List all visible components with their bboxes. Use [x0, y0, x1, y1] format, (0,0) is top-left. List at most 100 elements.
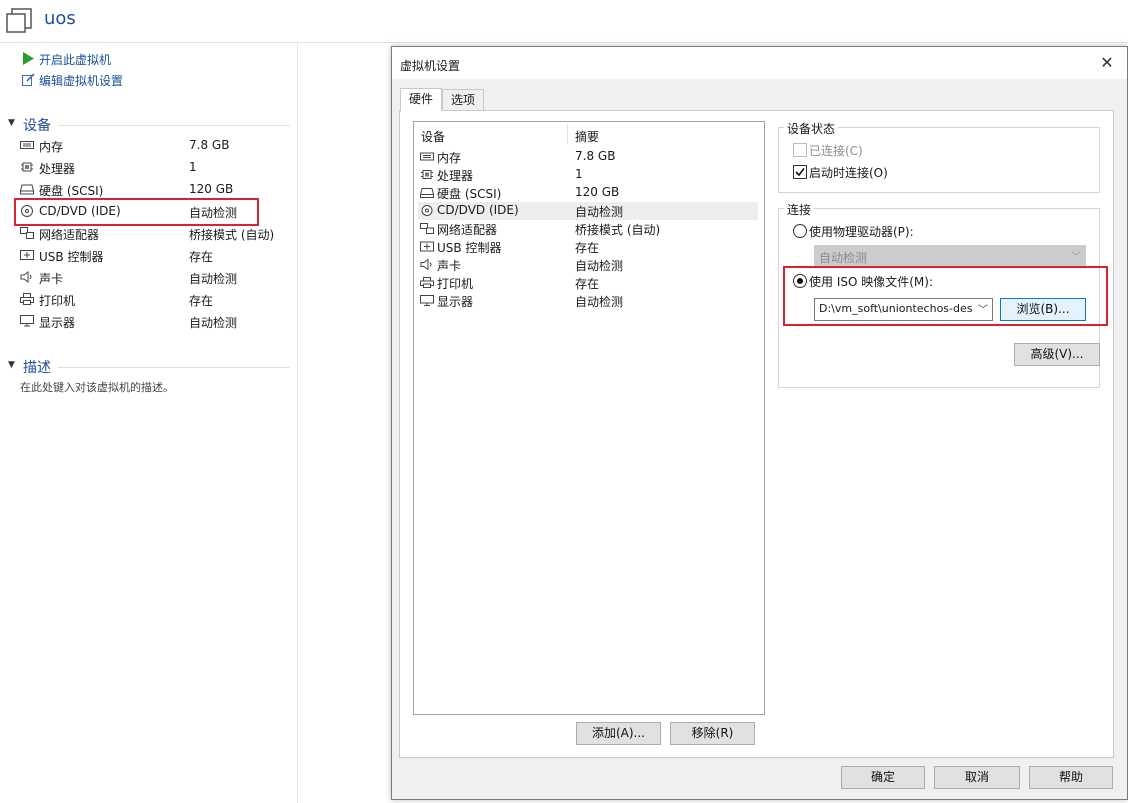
vm-device-name: 网络适配器 — [39, 228, 100, 242]
list-item-value: 存在 — [575, 241, 600, 255]
list-item-sound[interactable]: 声卡 自动检测 — [418, 256, 758, 274]
list-item-value: 存在 — [575, 277, 600, 291]
panel-divider — [297, 42, 298, 803]
tab-hardware[interactable]: 硬件 — [400, 88, 442, 112]
add-device-button[interactable]: 添加(A)... — [576, 722, 661, 745]
vm-device-value: 1 — [189, 160, 197, 174]
vm-settings-dialog: 虚拟机设置 ✕ 硬件 选项 设备 摘要 内存 7.8 GB 处理器 1 硬盘 ( — [391, 46, 1128, 800]
vm-device-printer[interactable]: 打印机 存在 — [20, 290, 290, 310]
sound-icon — [420, 259, 432, 270]
description-section-title: 描述 — [23, 360, 51, 376]
tab-options[interactable]: 选项 — [442, 89, 484, 111]
list-item-usb[interactable]: USB 控制器 存在 — [418, 238, 758, 256]
vm-device-value: 存在 — [189, 250, 214, 264]
remove-device-button[interactable]: 移除(R) — [670, 722, 755, 745]
vm-device-display[interactable]: 显示器 自动检测 — [20, 312, 290, 332]
memory-icon — [20, 141, 34, 149]
power-on-label: 开启此虚拟机 — [39, 53, 112, 67]
highlight-box — [783, 266, 1108, 326]
chevron-down-icon: ﹀ — [1071, 252, 1081, 263]
connect-at-power-on-box — [793, 165, 807, 179]
cancel-button[interactable]: 取消 — [934, 766, 1020, 789]
close-icon: ✕ — [1100, 53, 1114, 72]
vm-device-name: 声卡 — [39, 272, 64, 286]
list-item-name: 打印机 — [437, 277, 474, 291]
device-status-label: 设备状态 — [784, 120, 839, 137]
dialog-titlebar: 虚拟机设置 ✕ — [392, 47, 1127, 79]
hardware-panel: 设备 摘要 内存 7.8 GB 处理器 1 硬盘 (SCSI) 120 GB C… — [399, 110, 1114, 758]
column-header-summary[interactable]: 摘要 — [575, 128, 599, 145]
list-item-network[interactable]: 网络适配器 桥接模式 (自动) — [418, 220, 758, 238]
vm-device-network[interactable]: 网络适配器 桥接模式 (自动) — [20, 224, 290, 244]
dialog-title: 虚拟机设置 — [400, 59, 461, 73]
vm-device-name: 打印机 — [39, 294, 76, 308]
description-section-header[interactable]: ▼ 描述 — [8, 357, 290, 377]
printer-icon — [20, 293, 34, 305]
list-item-name: 显示器 — [437, 295, 474, 309]
display-icon — [20, 315, 34, 327]
cd-dvd-icon — [421, 205, 433, 216]
processor-icon — [421, 170, 433, 179]
vm-device-value: 桥接模式 (自动) — [189, 228, 275, 242]
list-item-value: 自动检测 — [575, 205, 624, 219]
physical-drive-value: 自动检测 — [819, 251, 868, 265]
devices-section-title: 设备 — [23, 118, 51, 134]
vm-device-value: 自动检测 — [189, 316, 238, 330]
vm-device-sound[interactable]: 声卡 自动检测 — [20, 268, 290, 288]
description-field[interactable]: 在此处键入对该虚拟机的描述。 — [20, 379, 174, 395]
vm-device-name: USB 控制器 — [39, 250, 104, 264]
vm-device-processor[interactable]: 处理器 1 — [20, 158, 290, 178]
checkmark-icon — [795, 168, 805, 177]
vm-device-name: 内存 — [39, 140, 64, 154]
vm-device-memory[interactable]: 内存 7.8 GB — [20, 136, 290, 156]
help-button[interactable]: 帮助 — [1029, 766, 1113, 789]
list-item-value: 1 — [575, 167, 583, 181]
list-item-memory[interactable]: 内存 7.8 GB — [418, 148, 758, 166]
list-item-name: 内存 — [437, 151, 462, 165]
usb-icon — [420, 241, 434, 252]
list-item-processor[interactable]: 处理器 1 — [418, 166, 758, 184]
column-header-device[interactable]: 设备 — [421, 128, 445, 145]
vm-header: uos — [0, 0, 1128, 43]
section-divider — [58, 367, 290, 368]
collapse-arrow-icon: ▼ — [8, 360, 15, 370]
device-list[interactable]: 设备 摘要 内存 7.8 GB 处理器 1 硬盘 (SCSI) 120 GB C… — [413, 121, 765, 715]
list-item-display[interactable]: 显示器 自动检测 — [418, 292, 758, 310]
ok-button[interactable]: 确定 — [841, 766, 925, 789]
list-item-printer[interactable]: 打印机 存在 — [418, 274, 758, 292]
list-item-name: 声卡 — [437, 259, 462, 273]
play-icon — [23, 52, 34, 65]
use-physical-drive-radio-dot — [793, 224, 807, 238]
list-item-name: 网络适配器 — [437, 223, 498, 237]
list-item-value: 自动检测 — [575, 295, 624, 309]
list-item-value: 桥接模式 (自动) — [575, 223, 661, 237]
sound-icon — [20, 271, 32, 283]
list-item-name: USB 控制器 — [437, 241, 502, 255]
device-status-group: 设备状态 已连接(C) 启动时连接(O) — [778, 120, 1100, 193]
connected-label: 已连接(C) — [809, 144, 863, 158]
list-item-name: 硬盘 (SCSI) — [437, 187, 502, 201]
list-item-value: 7.8 GB — [575, 149, 616, 163]
network-icon — [20, 227, 34, 239]
edit-settings-label: 编辑虚拟机设置 — [39, 74, 124, 88]
vm-device-value: 7.8 GB — [189, 138, 230, 152]
connect-at-power-on-label: 启动时连接(O) — [809, 166, 888, 180]
column-separator[interactable] — [567, 124, 568, 144]
memory-icon — [420, 152, 434, 161]
list-item-name: CD/DVD (IDE) — [437, 203, 519, 217]
vm-device-harddisk[interactable]: 硬盘 (SCSI) 120 GB — [20, 180, 290, 200]
physical-drive-select[interactable]: 自动检测 ﹀ — [814, 245, 1086, 268]
close-button[interactable]: ✕ — [1096, 52, 1118, 74]
connected-checkbox-box — [793, 143, 807, 157]
vm-device-usb[interactable]: USB 控制器 存在 — [20, 246, 290, 266]
advanced-button[interactable]: 高级(V)... — [1014, 343, 1100, 366]
section-divider — [58, 125, 290, 126]
vm-tab-icon — [6, 8, 32, 33]
list-item-harddisk[interactable]: 硬盘 (SCSI) 120 GB — [418, 184, 758, 202]
vm-device-value: 自动检测 — [189, 272, 238, 286]
devices-section-header[interactable]: ▼ 设备 — [8, 115, 290, 135]
network-icon — [420, 223, 434, 234]
list-item-cd-dvd[interactable]: CD/DVD (IDE) 自动检测 — [418, 202, 758, 220]
collapse-arrow-icon: ▼ — [8, 118, 15, 128]
vm-device-value: 存在 — [189, 294, 214, 308]
